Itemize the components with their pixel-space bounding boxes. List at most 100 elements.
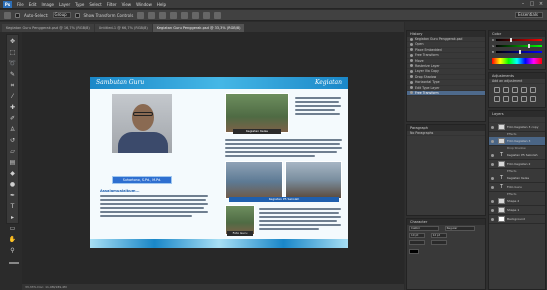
path-select-tool-icon[interactable]: ▸ [9,214,17,222]
menu-view[interactable]: View [122,2,132,7]
layer-row[interactable]: Shape 1 [489,206,545,215]
layer-row[interactable]: T Kegiatan Kelas [489,174,545,183]
type-tool-icon[interactable]: T [9,203,17,211]
paragraph-panel: Paragraph No Paragraphs [406,124,486,216]
photo-filter-icon[interactable] [521,96,527,103]
history-row-label: Edit Type Layer [415,85,440,90]
distribute-icon[interactable] [203,11,211,19]
align-bottom-icon[interactable] [159,11,167,19]
document-tab-3-active[interactable]: Kegiatan Guru Penggerak.psd @ 33,3% (RGB… [152,24,245,32]
slider-knob[interactable] [528,44,531,48]
layer-row[interactable]: Background [489,215,545,224]
black-white-icon[interactable] [512,96,518,103]
menu-type[interactable]: Type [75,2,84,7]
eyedropper-tool-icon[interactable]: ⁄ [9,93,17,101]
visibility-eye-icon[interactable] [491,185,494,189]
background-color-swatch[interactable] [12,262,19,264]
layers-panel: Layers Foto Kegiatan 3 copy Effects Foto… [488,110,546,290]
auto-select-dropdown[interactable]: Group [52,12,71,18]
menu-file[interactable]: File [17,2,24,7]
adjustments-panel: Adjustments Add an adjustment [488,72,546,108]
activity-text-line [225,155,315,157]
lasso-tool-icon[interactable]: ➰ [9,60,17,68]
zoom-tool-icon[interactable]: ⚲ [9,247,17,255]
visibility-eye-icon[interactable] [491,139,494,143]
color-balance-icon[interactable] [503,96,509,103]
text-color-swatch[interactable] [409,249,419,254]
move-tool-preset-icon[interactable] [4,11,11,19]
eraser-tool-icon[interactable]: ▱ [9,148,17,156]
slider-knob[interactable] [509,38,512,42]
menu-filter[interactable]: Filter [107,2,117,7]
menu-select[interactable]: Select [89,2,101,7]
hue-saturation-icon[interactable] [494,96,500,103]
gradient-tool-icon[interactable]: ▤ [9,159,17,167]
visibility-eye-icon[interactable] [491,199,494,203]
brush-tool-icon[interactable]: ✐ [9,115,17,123]
close-icon[interactable]: × [538,1,544,7]
quick-select-tool-icon[interactable]: ✎ [9,71,17,79]
color-slider-b[interactable]: B [489,49,545,55]
font-size-field[interactable]: 10 pt [409,233,425,238]
3d-mode-icon[interactable] [214,11,222,19]
marquee-tool-icon[interactable]: ⬚ [9,49,17,57]
align-top-icon[interactable] [137,11,145,19]
layer-row[interactable]: Foto Kegiatan 3 copy [489,123,545,132]
align-left-icon[interactable] [170,11,178,19]
menu-layer[interactable]: Layer [59,2,70,7]
document-tab-2[interactable]: Untitled-1 @ 66,7% (RGB/8) [94,24,152,32]
visibility-eye-icon[interactable] [491,176,494,180]
crop-tool-icon[interactable]: ⌗ [9,82,17,90]
vibrance-icon[interactable] [530,87,536,94]
blur-tool-icon[interactable]: ◆ [9,170,17,178]
levels-icon[interactable] [503,87,509,94]
stamp-tool-icon[interactable]: ♙ [9,126,17,134]
visibility-eye-icon[interactable] [491,208,494,212]
workspace-select[interactable]: Essentials [515,12,543,18]
slider-track [496,50,542,54]
exposure-icon[interactable] [521,87,527,94]
layer-row[interactable]: Shape 2 [489,197,545,206]
activity-text-line [259,220,337,222]
layer-row[interactable]: T Kegiatan P5 Sekolah [489,151,545,160]
show-transform-checkbox[interactable] [74,12,80,18]
visibility-eye-icon[interactable] [491,153,494,157]
menu-image[interactable]: Image [41,2,54,7]
maximize-icon[interactable]: □ [529,1,535,7]
menu-help[interactable]: Help [157,2,166,7]
pen-tool-icon[interactable]: ✒ [9,192,17,200]
menu-edit[interactable]: Edit [29,2,37,7]
healing-tool-icon[interactable]: ✚ [9,104,17,112]
curves-icon[interactable] [512,87,518,94]
color-spectrum-bar[interactable] [492,58,542,64]
brightness-icon[interactable] [494,87,500,94]
canvas-area[interactable]: Sambutan Guru Suhartono, S.Pd., M.Pd. As… [22,32,404,290]
history-row-current[interactable]: Free Transform [407,90,485,97]
font-style-field[interactable]: Regular [444,226,475,231]
auto-select-checkbox[interactable] [15,12,20,18]
dodge-tool-icon[interactable]: ● [9,181,17,189]
shape-tool-icon[interactable]: ▭ [9,225,17,233]
visibility-eye-icon[interactable] [491,217,494,221]
visibility-eye-icon[interactable] [491,162,494,166]
slider-knob[interactable] [519,50,522,54]
move-tool-icon[interactable]: ✥ [9,38,17,46]
minimize-icon[interactable]: – [520,1,526,7]
layer-row-selected[interactable]: Foto Kegiatan 3 [489,137,545,146]
document-tab-1[interactable]: Kegiatan Guru Penggerak.psd @ 16,7% (RGB… [2,24,94,32]
kerning-field[interactable] [409,240,425,245]
layer-row[interactable]: T Foto Guru [489,183,545,192]
document-canvas[interactable]: Sambutan Guru Suhartono, S.Pd., M.Pd. As… [90,77,348,248]
visibility-eye-icon[interactable] [491,125,494,129]
history-brush-tool-icon[interactable]: ↺ [9,137,17,145]
menu-window[interactable]: Window [136,2,152,7]
tracking-field[interactable] [430,240,447,245]
layer-row[interactable]: Foto Kegiatan 2 [489,160,545,169]
leading-field[interactable]: 12 pt [430,233,447,238]
align-center-icon[interactable] [181,11,189,19]
hand-tool-icon[interactable]: ✋ [9,236,17,244]
align-middle-icon[interactable] [148,11,156,19]
channel-mixer-icon[interactable] [530,96,536,103]
align-right-icon[interactable] [192,11,200,19]
font-family-field[interactable]: Calibri [409,226,439,231]
